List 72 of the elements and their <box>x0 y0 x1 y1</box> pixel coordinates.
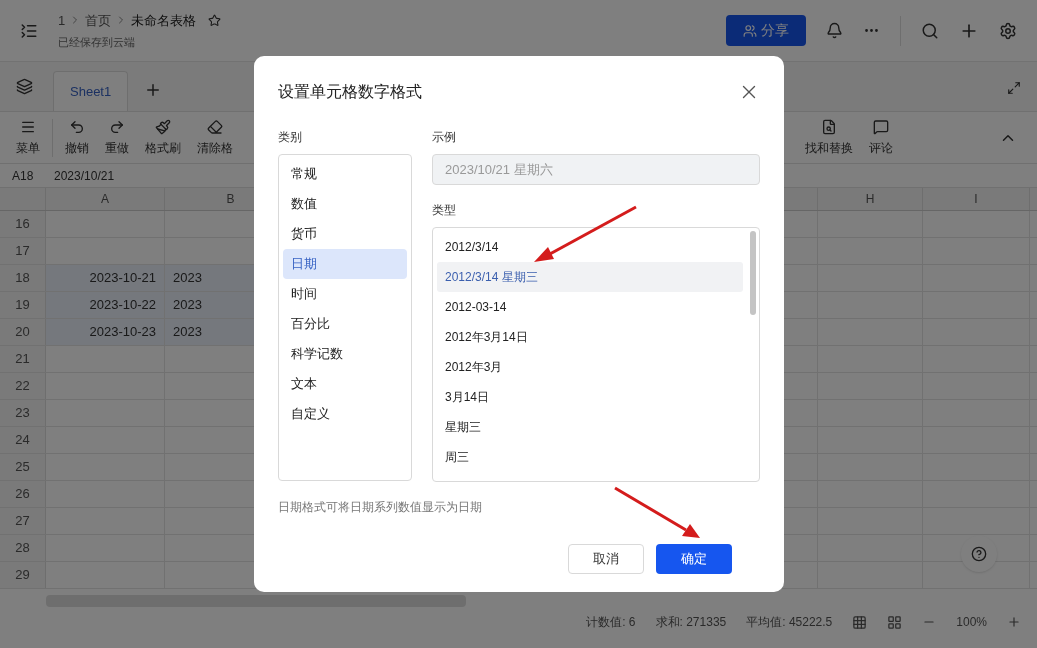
grid-icon[interactable] <box>852 614 868 630</box>
star-icon[interactable] <box>208 13 222 27</box>
toolbar-button[interactable]: 评论 <box>861 118 901 157</box>
toolbar-button[interactable]: 菜单 <box>8 118 48 157</box>
column-header[interactable]: A <box>101 190 109 208</box>
toolbar-button[interactable]: 格式刷 <box>137 118 189 157</box>
sidebar-toggle-icon[interactable] <box>20 21 38 40</box>
table-cell-text: 2023-10-23 <box>89 323 156 342</box>
category-item[interactable]: 时间 <box>283 279 407 309</box>
status-stat: 计数值: 6 <box>586 614 636 631</box>
brush-icon <box>155 118 171 135</box>
category-label: 类别 <box>278 129 303 146</box>
column-header[interactable]: H <box>865 190 875 208</box>
type-item[interactable]: 3月14日 <box>437 382 743 412</box>
example-field: 2023/10/21 星期六 <box>432 154 760 185</box>
table-cell-text: 2023 <box>173 269 202 288</box>
layers-icon[interactable] <box>16 78 33 95</box>
type-item[interactable]: 2012/3/14 星期三 <box>437 262 743 292</box>
people-icon <box>743 23 757 38</box>
toolbar-button[interactable]: 清除格 <box>189 118 241 157</box>
type-item[interactable]: 2012年3月14日 <box>437 322 743 352</box>
sheet-tab[interactable]: Sheet1 <box>53 71 129 111</box>
redo-icon <box>109 118 125 135</box>
category-item[interactable]: 百分比 <box>283 309 407 339</box>
breadcrumb-item[interactable]: 首页 <box>85 10 112 30</box>
type-label: 类型 <box>432 202 457 219</box>
share-button[interactable]: 分享 <box>726 15 806 46</box>
category-item[interactable]: 自定义 <box>283 399 407 429</box>
dialog-title: 设置单元格数字格式 <box>278 82 422 102</box>
type-item[interactable]: 2012/3/14 <box>437 232 743 262</box>
undo-icon <box>69 118 85 135</box>
help-icon <box>971 546 987 562</box>
toolbar-button[interactable]: 撤销 <box>57 118 97 157</box>
table-cell-text: 2023-10-21 <box>89 269 156 288</box>
scrollbar-thumb[interactable] <box>750 231 756 315</box>
category-item[interactable]: 文本 <box>283 369 407 399</box>
category-item[interactable]: 数值 <box>283 189 407 219</box>
zoom-level: 100% <box>956 614 987 631</box>
category-item[interactable]: 日期 <box>283 249 407 279</box>
settings-icon[interactable] <box>999 21 1017 40</box>
example-label: 示例 <box>432 129 457 146</box>
layout-icon[interactable] <box>887 614 903 630</box>
type-item[interactable]: 2012年3月 <box>437 352 743 382</box>
table-cell-text: 2023 <box>173 296 202 315</box>
bell-icon[interactable] <box>826 22 843 39</box>
zoom-in-icon[interactable] <box>1007 615 1021 629</box>
type-item[interactable]: 周三 <box>437 442 743 472</box>
column-header[interactable]: B <box>226 190 235 208</box>
table-cell-text: 2023-10-22 <box>89 296 156 315</box>
type-item[interactable]: 星期三 <box>437 412 743 442</box>
eraser-icon <box>207 118 223 135</box>
hint-text: 日期格式可将日期系列数值显示为日期 <box>278 499 483 516</box>
status-stat: 平均值: 45222.5 <box>746 614 833 631</box>
comment-icon <box>873 118 889 135</box>
toolbar-button[interactable]: 找和替换 <box>797 118 861 157</box>
category-item[interactable]: 货币 <box>283 219 407 249</box>
formula-value: 2023/10/21 <box>53 167 115 185</box>
expand-icon[interactable] <box>1007 81 1021 95</box>
breadcrumb-item[interactable]: 1 <box>58 10 66 30</box>
table-cell-text: 2023 <box>173 323 202 342</box>
breadcrumb-item: 未命名表格 <box>131 11 197 30</box>
toolbar-button[interactable]: 重做 <box>97 118 137 157</box>
category-item[interactable]: 常规 <box>283 159 407 189</box>
save-status: 已经保存到云端 <box>58 35 136 50</box>
category-item[interactable]: 科学记数 <box>283 339 407 369</box>
find-icon <box>821 118 837 135</box>
cancel-button[interactable]: 取消 <box>568 544 644 574</box>
ok-button[interactable]: 确定 <box>656 544 732 574</box>
status-stat: 求和: 271335 <box>655 614 727 631</box>
cell-reference: A18 <box>11 167 35 185</box>
type-item[interactable]: 2012-03-14 <box>437 292 743 322</box>
search-icon[interactable] <box>921 21 939 40</box>
